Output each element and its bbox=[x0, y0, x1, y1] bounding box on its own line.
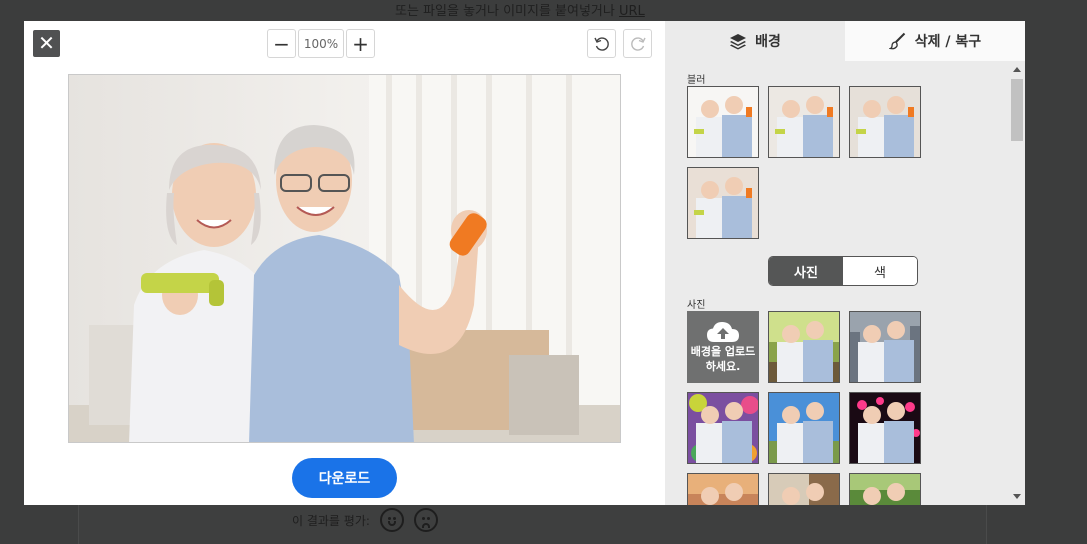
blur-thumb[interactable] bbox=[687, 167, 759, 239]
download-button[interactable]: 다운로드 bbox=[292, 458, 397, 498]
thumb-image bbox=[850, 312, 920, 382]
rate-label: 이 결과를 평가: bbox=[292, 513, 370, 528]
photo-bg-thumb[interactable] bbox=[849, 311, 921, 383]
scroll-down-icon[interactable] bbox=[1013, 494, 1021, 499]
thumb-image bbox=[850, 393, 920, 463]
redo-button[interactable] bbox=[623, 29, 652, 58]
undo-icon bbox=[593, 36, 609, 51]
photo-elderly-couple bbox=[69, 75, 620, 442]
rate-row: 이 결과를 평가: bbox=[292, 505, 438, 535]
photo-bg-thumb[interactable] bbox=[687, 473, 759, 505]
photo-bg-thumb[interactable] bbox=[768, 473, 840, 505]
layers-icon bbox=[730, 34, 747, 50]
url-link[interactable]: URL bbox=[619, 4, 645, 19]
photo-bg-thumb[interactable] bbox=[849, 392, 921, 464]
scroll-up-icon[interactable] bbox=[1013, 67, 1021, 72]
photo-bg-thumb[interactable] bbox=[768, 311, 840, 383]
close-button[interactable]: ✕ bbox=[33, 30, 60, 57]
cloud-upload-icon bbox=[707, 322, 739, 342]
toggle-photo[interactable]: 사진 bbox=[769, 257, 843, 285]
upload-text-line2: 하세요. bbox=[705, 360, 741, 373]
upload-text-line1: 배경을 업로드 bbox=[690, 345, 756, 358]
thumb-image bbox=[688, 393, 758, 463]
scroll-thumb[interactable] bbox=[1011, 79, 1023, 141]
side-panel: 배경 삭제 / 복구 블러 사진 색 사진 배경을 업로드 하세요. bbox=[665, 21, 1025, 505]
photo-bg-thumb[interactable] bbox=[768, 392, 840, 464]
thumb-image bbox=[769, 312, 839, 382]
zoom-in-button[interactable]: + bbox=[346, 29, 375, 58]
zoom-out-button[interactable]: − bbox=[267, 29, 296, 58]
smile-icon[interactable] bbox=[379, 508, 404, 532]
frown-icon[interactable] bbox=[413, 508, 438, 532]
tab-background[interactable]: 배경 bbox=[665, 21, 845, 61]
page-top-bar: 또는 파일을 놓거나 이미지를 붙여넣거나 URL bbox=[0, 0, 1087, 20]
zoom-controls: − 100% + bbox=[267, 29, 375, 58]
drop-instruction: 또는 파일을 놓거나 이미지를 붙여넣거나 URL bbox=[395, 0, 645, 19]
thumb-image bbox=[769, 87, 839, 157]
brush-icon bbox=[888, 32, 906, 50]
blur-thumb[interactable] bbox=[849, 86, 921, 158]
photo-bg-thumb[interactable] bbox=[687, 392, 759, 464]
photo-section-label: 사진 bbox=[687, 300, 706, 311]
blur-section-label: 블러 bbox=[687, 75, 706, 86]
thumb-image bbox=[850, 87, 920, 157]
background-options: 블러 사진 색 사진 배경을 업로드 하세요. bbox=[665, 61, 1009, 505]
photo-bg-thumb[interactable] bbox=[849, 473, 921, 505]
undo-button[interactable] bbox=[587, 29, 616, 58]
upload-background-button[interactable]: 배경을 업로드 하세요. bbox=[687, 311, 759, 383]
panel-scrollbar[interactable] bbox=[1009, 61, 1025, 505]
drop-instruction-text: 또는 파일을 놓거나 이미지를 붙여넣거나 bbox=[395, 4, 615, 19]
thumb-image bbox=[769, 393, 839, 463]
blur-thumb[interactable] bbox=[768, 86, 840, 158]
tab-background-label: 배경 bbox=[755, 34, 781, 50]
editor-modal: ✕ − 100% + 다운로드 배경 삭제 / 복구 블러 사진 색 사진 배경… bbox=[24, 21, 1025, 505]
background-type-toggle: 사진 색 bbox=[768, 256, 918, 286]
tab-erase-restore-label: 삭제 / 복구 bbox=[914, 34, 982, 50]
zoom-level: 100% bbox=[298, 29, 344, 58]
blur-thumb[interactable] bbox=[687, 86, 759, 158]
panel-tabs: 배경 삭제 / 복구 bbox=[665, 21, 1025, 61]
thumb-image bbox=[769, 474, 839, 505]
result-card bbox=[78, 505, 987, 544]
thumb-image bbox=[850, 474, 920, 505]
redo-icon bbox=[630, 36, 646, 51]
toggle-color[interactable]: 색 bbox=[843, 257, 917, 285]
thumb-image bbox=[688, 168, 758, 238]
tab-erase-restore[interactable]: 삭제 / 복구 bbox=[845, 21, 1025, 61]
thumb-image bbox=[688, 474, 758, 505]
history-controls bbox=[587, 29, 652, 58]
thumb-image bbox=[688, 87, 758, 157]
image-canvas[interactable] bbox=[68, 74, 621, 443]
